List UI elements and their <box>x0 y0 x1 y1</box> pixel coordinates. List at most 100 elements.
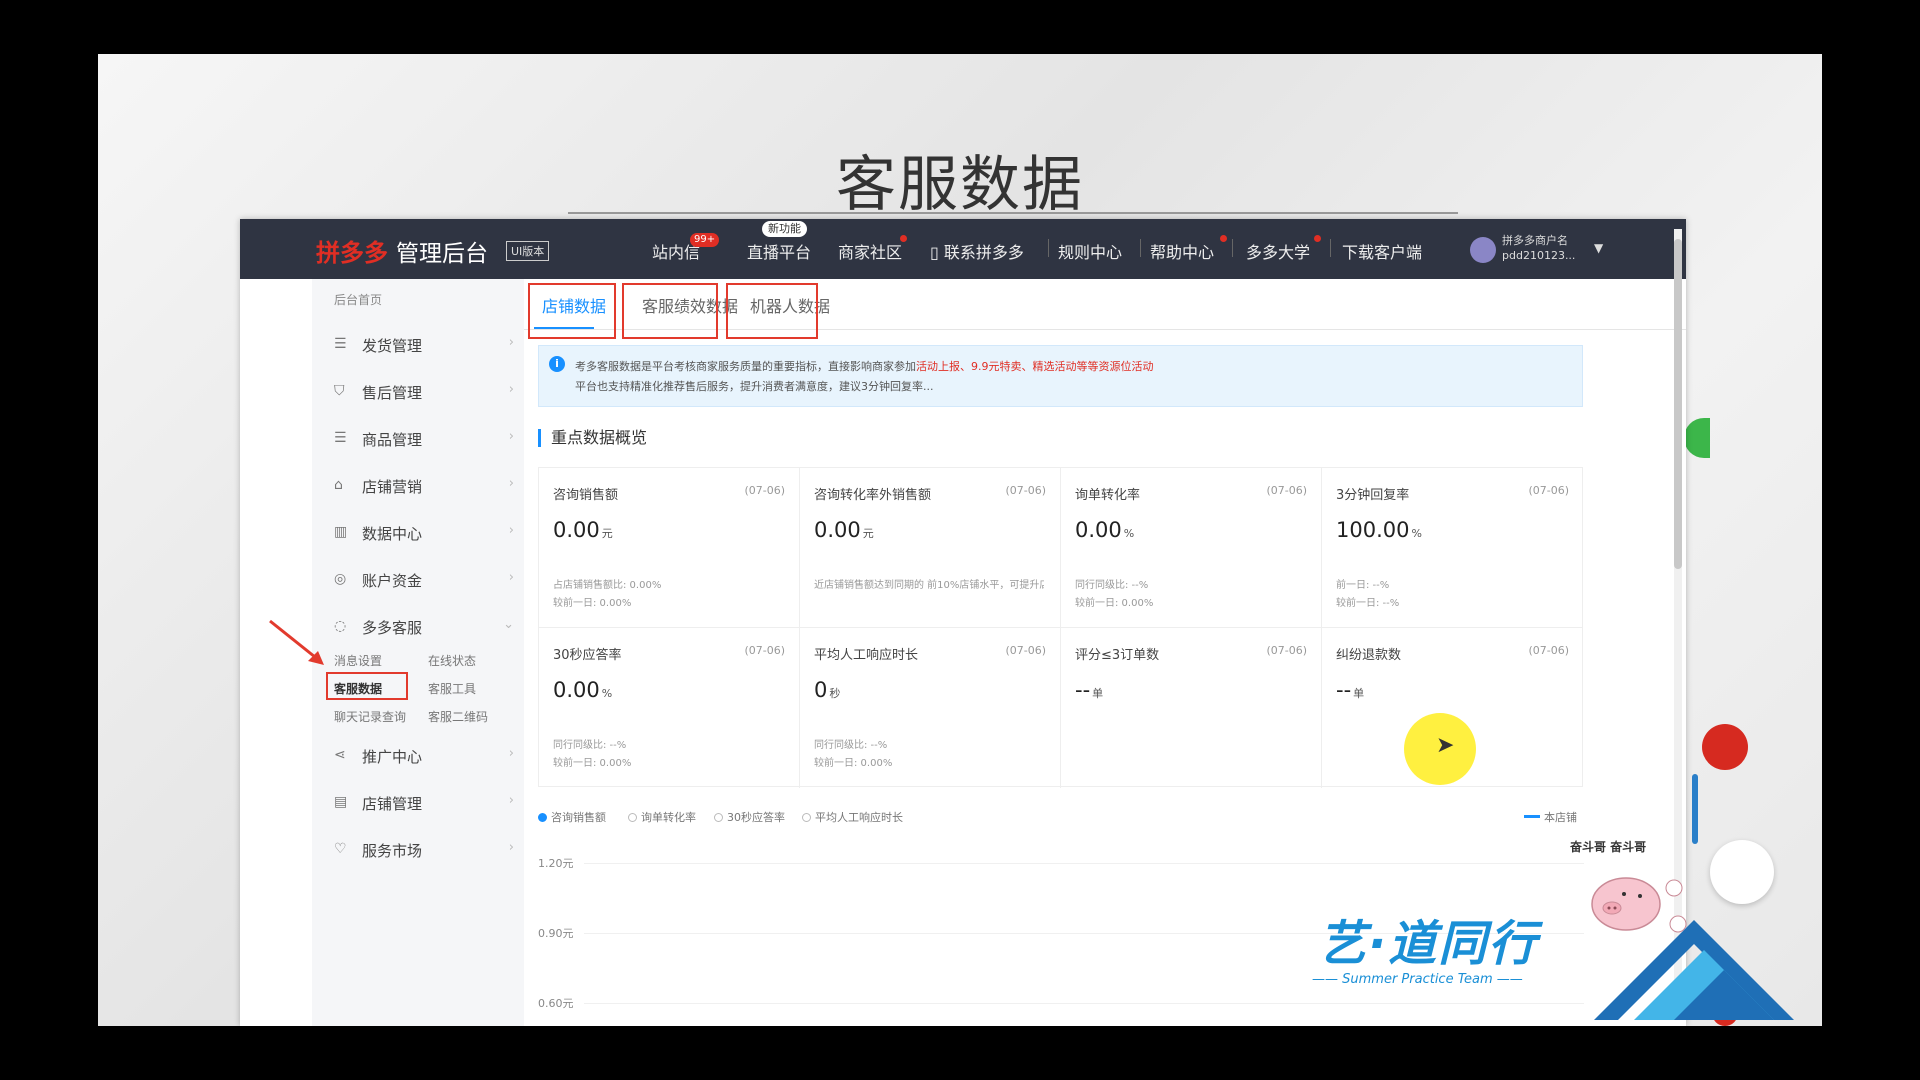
version-badge[interactable]: UI版本 <box>506 241 550 261</box>
sidebar-item-store[interactable]: ▤ 店铺管理 › <box>334 789 514 819</box>
share-icon: ⋖ <box>334 747 346 763</box>
chevron-right-icon: › <box>508 429 514 444</box>
metric-value: 0.00 元 <box>814 518 874 542</box>
notice-line-1: 考多客服数据是平台考核商家服务质量的重要指标，直接影响商家参加活动上报、9.9元… <box>575 360 1154 373</box>
brand-logo[interactable]: 拼多多 <box>316 233 388 268</box>
shield-icon: ⛉ <box>334 383 345 399</box>
sidebar-item-goods[interactable]: ☰ 商品管理 › <box>334 425 514 455</box>
nav-live[interactable]: 直播平台 <box>747 239 811 263</box>
sub-online-status[interactable]: 在线状态 <box>428 652 476 669</box>
nav-contact-label: 联系拼多多 <box>943 243 1024 262</box>
heart-icon: ♡ <box>334 841 347 857</box>
metric-date: (07-06) <box>1528 644 1569 657</box>
chevron-right-icon: › <box>508 523 514 538</box>
y-tick: 1.20元 <box>538 857 574 870</box>
legend-option[interactable]: 平均人工响应时长 <box>802 809 903 825</box>
metric-sub: 同行同级比: --% <box>814 740 888 751</box>
scrollbar-thumb[interactable] <box>1674 239 1682 569</box>
sub-cs-qrcode[interactable]: 客服二维码 <box>428 708 488 725</box>
user-name: 拼多多商户名 <box>1502 234 1568 247</box>
metric-name: 咨询转化率外销售额 <box>814 488 932 503</box>
presentation-slide: 客服数据 拼多多 管理后台 UI版本 站内信 99+ 新功能 直播平台 商家社区… <box>98 54 1822 1026</box>
sidebar-item-funds[interactable]: ◎ 账户资金 › <box>334 566 514 596</box>
help-dot <box>1220 235 1227 242</box>
y-tick: 0.90元 <box>538 927 574 940</box>
chevron-right-icon: › <box>508 335 514 350</box>
sidebar-item-service-market[interactable]: ♡ 服务市场 › <box>334 836 514 866</box>
slide-title: 客服数据 <box>836 150 1084 220</box>
metric-name: 询单转化率 <box>1075 488 1141 503</box>
nav-download[interactable]: 下载客户端 <box>1342 239 1422 263</box>
metric-date: (07-06) <box>1528 484 1569 497</box>
chevron-right-icon: › <box>508 476 514 491</box>
metric-date: (07-06) <box>1005 484 1046 497</box>
chevron-right-icon: › <box>508 570 514 585</box>
info-notice: i 考多客服数据是平台考核商家服务质量的重要指标，直接影响商家参加活动上报、9.… <box>538 345 1583 407</box>
highlight-box-tab-1 <box>528 283 616 339</box>
highlight-box-tab-2 <box>622 283 718 339</box>
grid-line <box>584 863 1584 864</box>
metric-sub: 较前一日: 0.00% <box>1075 598 1154 609</box>
home-link[interactable]: 后台首页 <box>334 291 382 308</box>
nav-community[interactable]: 商家社区 <box>838 239 902 263</box>
metric-sub: 较前一日: 0.00% <box>553 758 632 769</box>
user-info[interactable]: 拼多多商户名 pdd210123... <box>1502 233 1575 263</box>
messages-count-badge: 99+ <box>690 233 720 247</box>
chevron-down-icon[interactable]: ▼ <box>1594 241 1603 255</box>
sub-message-settings[interactable]: 消息设置 <box>334 652 382 669</box>
sidebar: 后台首页 ☰ 发货管理 › ⛉ 售后管理 › ☰ 商品管理 › ⌂ 店铺营销 › ▥ 数据中心 › … <box>312 279 524 1026</box>
sub-cs-tools[interactable]: 客服工具 <box>428 680 476 697</box>
metric-date: (07-06) <box>744 484 785 497</box>
metric-sub: 同行同级比: --% <box>1075 580 1149 591</box>
nav-contact[interactable]: ▯ 联系拼多多 <box>930 239 1024 263</box>
metric-card: 咨询销售额 (07-06) 0.00 元 占店铺销售额比: 0.00% 较前一日: 0… <box>539 468 800 628</box>
metric-name: 咨询销售额 <box>553 488 619 503</box>
radio-unchecked <box>802 813 811 822</box>
sidebar-item-marketing[interactable]: ⌂ 店铺营销 › <box>334 472 514 502</box>
brand-logo-suffix: 管理后台 <box>396 241 488 267</box>
chevron-right-icon: › <box>508 382 514 397</box>
nav-divider <box>1048 239 1049 257</box>
wallet-icon: ◎ <box>334 571 347 587</box>
metric-sub: 较前一日: 0.00% <box>814 758 893 769</box>
legend-option[interactable]: 咨询销售额 <box>538 809 606 825</box>
sidebar-item-customer-service[interactable]: ◌ 多多客服 ⌄ <box>334 613 514 643</box>
community-dot <box>900 235 907 242</box>
sub-chat-history[interactable]: 聊天记录查询 <box>334 708 406 725</box>
nav-rules[interactable]: 规则中心 <box>1058 239 1122 263</box>
metric-name: 30秒应答率 <box>553 648 622 663</box>
sidebar-item-promotion[interactable]: ⋖ 推广中心 › <box>334 742 514 772</box>
sidebar-item-data[interactable]: ▥ 数据中心 › <box>334 519 514 549</box>
decor-blue-bar <box>1692 774 1698 844</box>
metric-value: 0.00 元 <box>553 518 613 542</box>
metric-card: 询单转化率 (07-06) 0.00% 同行同级比: --% 较前一日: 0.00% <box>1061 468 1322 628</box>
series-legend: 本店铺 <box>1524 809 1577 825</box>
user-id: pdd210123... <box>1502 249 1576 262</box>
metric-card: 3分钟回复率 (07-06) 100.00% 前一日: --% 较前一日: --% <box>1322 468 1583 628</box>
metric-value: 0.00% <box>553 678 613 702</box>
metric-name: 纠纷退款数 <box>1336 648 1402 663</box>
metric-card: 咨询转化率外销售额 (07-06) 0.00 元 近店铺销售额达到同期的 前10%店… <box>800 468 1061 628</box>
goods-icon: ☰ <box>334 430 347 446</box>
sidebar-item-aftersale[interactable]: ⛉ 售后管理 › <box>334 378 514 408</box>
metric-value: -- 单 <box>1336 678 1365 702</box>
nav-help[interactable]: 帮助中心 <box>1150 239 1214 263</box>
user-avatar[interactable] <box>1470 237 1496 263</box>
metric-sub: 前一日: --% <box>1336 580 1390 591</box>
legend-option[interactable]: 询单转化率 <box>628 809 696 825</box>
nav-divider <box>1232 239 1233 257</box>
metric-card: 30秒应答率 (07-06) 0.00% 同行同级比: --% 较前一日: 0.00… <box>539 628 800 788</box>
section-title: 重点数据概览 <box>538 429 647 447</box>
radio-unchecked <box>628 813 637 822</box>
sticker-caption: 奋斗哥 奋斗哥 <box>1570 840 1647 854</box>
highlight-box-cs-data <box>326 672 408 700</box>
nav-divider <box>1330 239 1331 257</box>
nav-university[interactable]: 多多大学 <box>1246 239 1310 263</box>
radio-checked <box>538 813 547 822</box>
highlight-box-tab-3 <box>726 283 818 339</box>
legend-option[interactable]: 30秒应答率 <box>714 809 785 825</box>
metric-sub: 较前一日: --% <box>1336 598 1400 609</box>
notice-highlight[interactable]: 活动上报、9.9元特卖、精选活动等等资源位活动 <box>916 360 1154 373</box>
sidebar-item-shipping[interactable]: ☰ 发货管理 › <box>334 331 514 361</box>
chevron-right-icon: › <box>508 840 514 855</box>
